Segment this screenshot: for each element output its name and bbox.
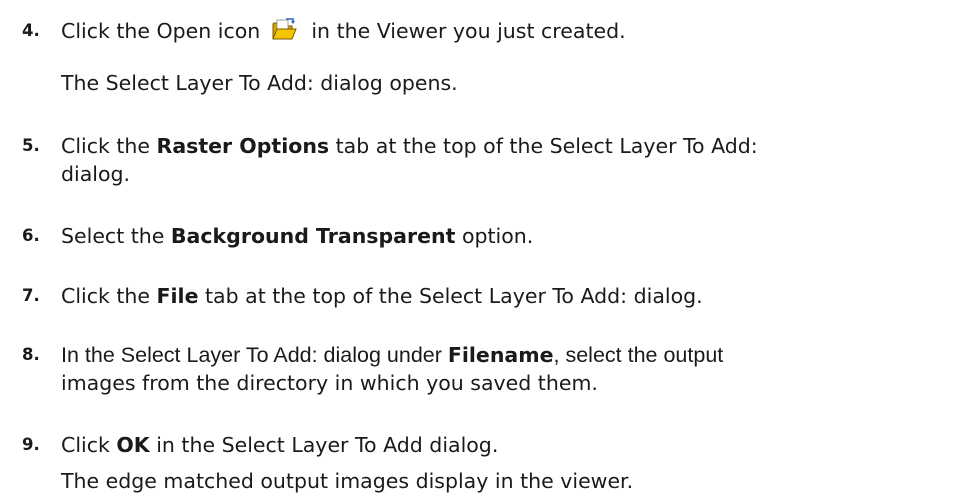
step-text-pre: Click xyxy=(61,433,117,457)
step-text: Click the Open icon in the Viewer you ju… xyxy=(61,17,626,45)
step-text-post: in the Select Layer To Add dialog. xyxy=(149,433,499,457)
step-number: 8. xyxy=(22,345,40,364)
step-text-post: option. xyxy=(455,224,534,248)
step-text-pre: Click the xyxy=(61,284,157,308)
step-text: Click the File tab at the top of the Sel… xyxy=(61,282,703,310)
step-4-result: The Select Layer To Add: dialog opens. xyxy=(61,71,458,95)
step-text: In the Select Layer To Add: dialog under… xyxy=(61,341,723,369)
step-text-bold: Raster Options xyxy=(156,134,330,158)
step-text-post: tab at the top of the Select Layer To Ad… xyxy=(198,284,703,308)
open-folder-icon xyxy=(271,17,297,43)
step-number: 5. xyxy=(22,136,40,155)
step-text-post: , select the output xyxy=(553,343,724,367)
step-text-pre: In the Select Layer To Add: dialog under xyxy=(61,343,448,367)
step-text-pre: Click the Open icon xyxy=(61,19,261,43)
step-text-bold: Background Transparent xyxy=(170,224,456,248)
step-text-continued: images from the directory in which you s… xyxy=(61,371,598,395)
step-text-post: in the Viewer you just created. xyxy=(311,19,626,43)
step-9-result: The edge matched output images display i… xyxy=(61,469,634,493)
step-text: Click the Raster Options tab at the top … xyxy=(61,132,758,160)
step-text: Click OK in the Select Layer To Add dial… xyxy=(61,431,498,459)
step-number: 9. xyxy=(22,435,40,454)
step-number: 6. xyxy=(22,226,40,245)
step-text-pre: Select the xyxy=(61,224,171,248)
step-text-bold: File xyxy=(156,284,199,308)
step-text-post: tab at the top of the Select Layer To Ad… xyxy=(329,134,758,158)
step-number: 7. xyxy=(22,286,40,305)
step-number: 4. xyxy=(22,21,40,40)
step-text-bold: Filename xyxy=(447,343,554,367)
step-text: Select the Background Transparent option… xyxy=(61,222,533,250)
step-text-pre: Click the xyxy=(61,134,157,158)
step-text-continued: dialog. xyxy=(61,162,131,186)
step-text-bold: OK xyxy=(116,433,150,457)
